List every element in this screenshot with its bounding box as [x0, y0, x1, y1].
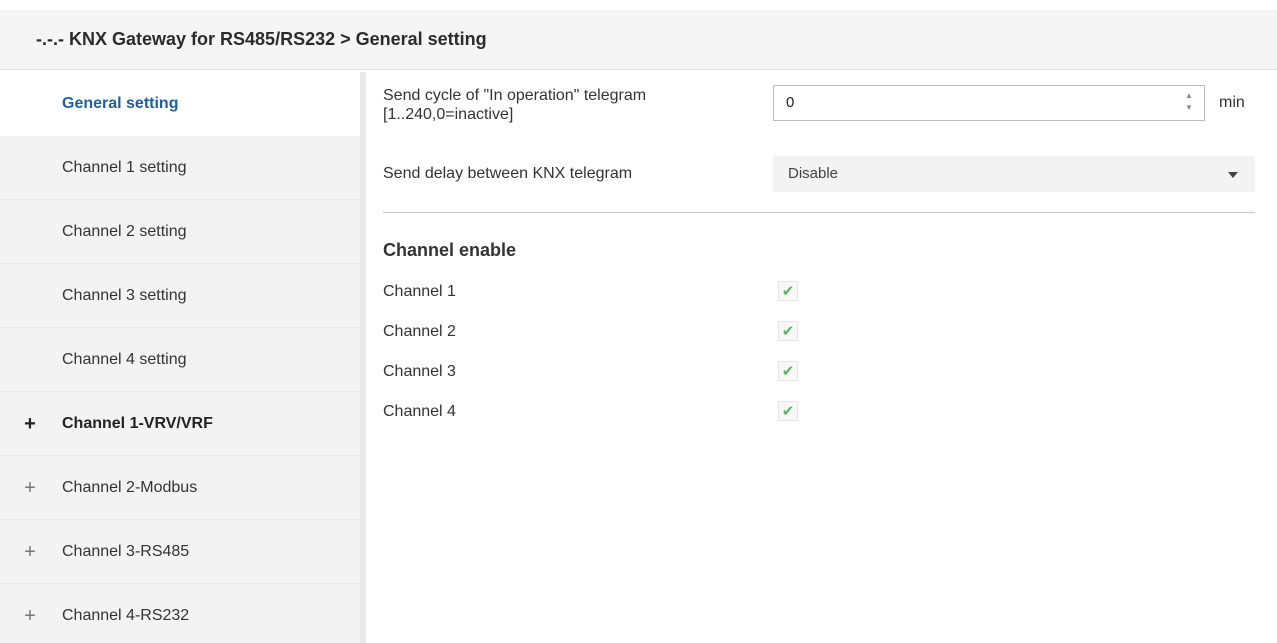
caret-down-icon [1228, 172, 1238, 178]
send-cycle-label: Send cycle of "In operation" telegram [1… [383, 86, 646, 124]
settings-panel: Send cycle of "In operation" telegram [1… [383, 72, 1277, 643]
channel-3-checkbox[interactable]: ✔ [778, 361, 798, 381]
channel-3-label: Channel 3 [383, 363, 456, 380]
sidebar-item-label: Channel 1 setting [62, 158, 187, 176]
sidebar-item-channel-4-rs232[interactable]: + Channel 4-RS232 [0, 584, 360, 643]
spin-arrows-icon[interactable]: ▲ ▼ [1184, 90, 1194, 116]
divider [383, 212, 1255, 213]
sidebar-item-channel-3-rs485[interactable]: + Channel 3-RS485 [0, 520, 360, 584]
channel-4-label: Channel 4 [383, 403, 456, 420]
plus-icon[interactable]: + [22, 542, 38, 562]
sidebar-item-label: Channel 2-Modbus [62, 478, 198, 496]
sidebar-item-label: Channel 4 setting [62, 350, 187, 368]
send-cycle-value: 0 [786, 94, 795, 111]
sidebar-item-channel-2-setting[interactable]: Channel 2 setting [0, 200, 360, 264]
sidebar-item-channel-2-modbus[interactable]: + Channel 2-Modbus [0, 456, 360, 520]
spin-up-icon[interactable]: ▲ [1184, 90, 1194, 102]
send-delay-label: Send delay between KNX telegram [383, 165, 633, 182]
send-cycle-label-line2: [1..240,0=inactive] [383, 106, 514, 123]
sidebar-item-label: Channel 3-RS485 [62, 542, 190, 560]
checkmark-icon: ✔ [781, 323, 795, 340]
sidebar-item-label: Channel 3 setting [62, 286, 187, 304]
checkmark-icon: ✔ [781, 363, 795, 380]
checkmark-icon: ✔ [781, 403, 795, 420]
sidebar: General setting Channel 1 setting Channe… [0, 72, 366, 643]
channel-2-checkbox[interactable]: ✔ [778, 321, 798, 341]
sidebar-item-label: General setting [62, 94, 179, 112]
channel-enable-title: Channel enable [383, 240, 517, 260]
sidebar-item-channel-1-vrv-vrf[interactable]: + Channel 1-VRV/VRF [0, 392, 360, 456]
channel-2-label: Channel 2 [383, 323, 456, 340]
sidebar-item-label: Channel 1-VRV/VRF [62, 414, 213, 432]
sidebar-item-channel-3-setting[interactable]: Channel 3 setting [0, 264, 360, 328]
plus-icon[interactable]: + [22, 606, 38, 626]
send-cycle-unit: min [1219, 94, 1245, 111]
plus-icon[interactable]: + [22, 478, 38, 498]
send-cycle-input[interactable]: 0 ▲ ▼ [773, 85, 1205, 121]
sidebar-item-label: Channel 4-RS232 [62, 606, 190, 624]
channel-1-checkbox[interactable]: ✔ [778, 281, 798, 301]
title-bar: -.-.- KNX Gateway for RS485/RS232 > Gene… [0, 10, 1277, 70]
channel-4-checkbox[interactable]: ✔ [778, 401, 798, 421]
checkmark-icon: ✔ [781, 283, 795, 300]
page-title: -.-.- KNX Gateway for RS485/RS232 > Gene… [36, 29, 487, 49]
sidebar-item-channel-4-setting[interactable]: Channel 4 setting [0, 328, 360, 392]
spin-down-icon[interactable]: ▼ [1184, 102, 1194, 114]
plus-icon[interactable]: + [22, 414, 38, 434]
channel-1-label: Channel 1 [383, 283, 456, 300]
sidebar-item-general-setting[interactable]: General setting [0, 72, 360, 136]
send-delay-value: Disable [788, 165, 839, 182]
sidebar-item-label: Channel 2 setting [62, 222, 187, 240]
send-cycle-label-line1: Send cycle of "In operation" telegram [383, 87, 647, 104]
send-delay-select[interactable]: Disable [773, 156, 1255, 192]
sidebar-item-channel-1-setting[interactable]: Channel 1 setting [0, 136, 360, 200]
